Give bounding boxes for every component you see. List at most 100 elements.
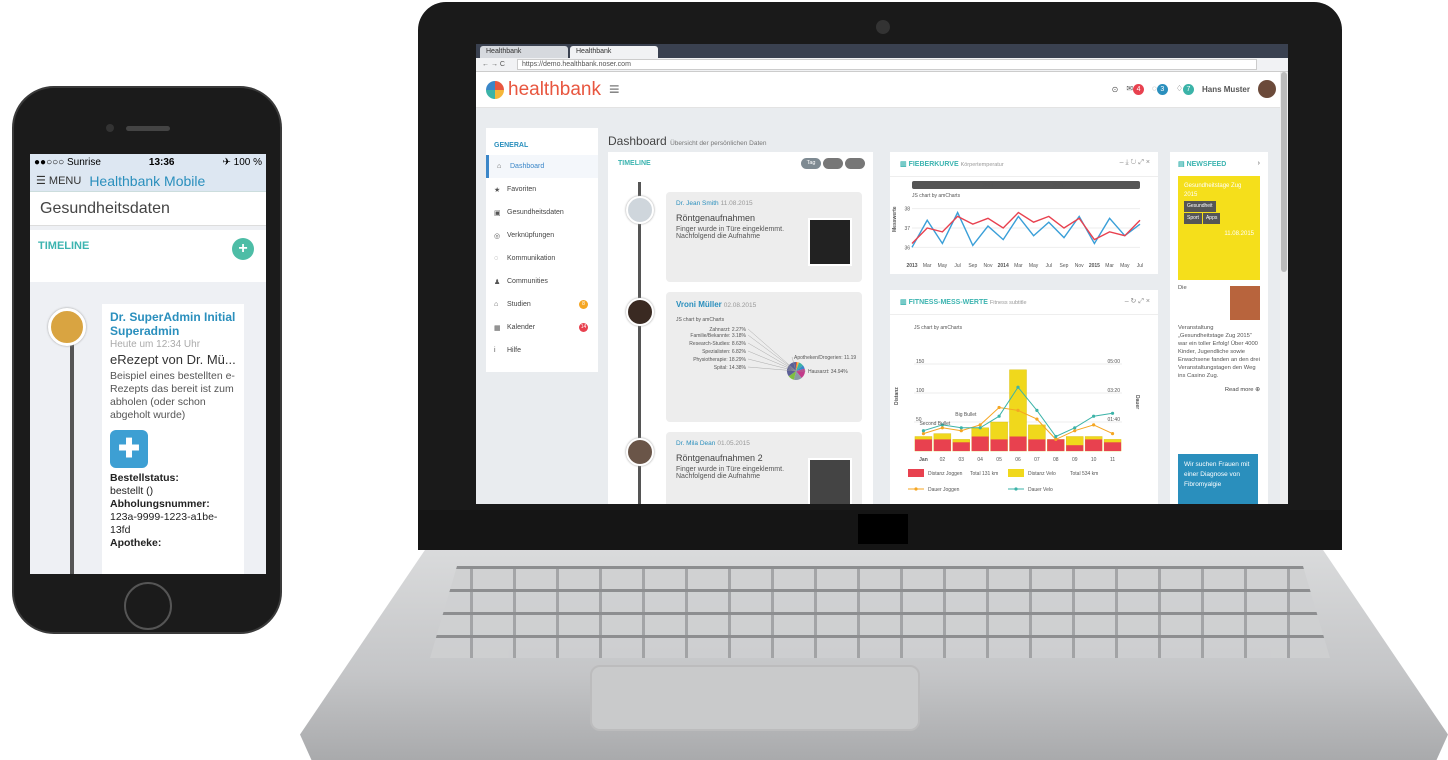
phone-nav: ☰ MENU Healthbank Mobile	[30, 170, 266, 192]
logo-text[interactable]: healthbank	[508, 79, 601, 101]
x-tick-label: 05	[996, 457, 1002, 463]
sidebar-item-communities[interactable]: ♟ Communities	[486, 270, 598, 293]
timeline-entry[interactable]: Vroni Müller 02.08.2015 JS chart by amCh…	[666, 292, 862, 422]
fever-panel: ▥ FIEBERKURVE Körpertemperatur – ⤓ ↻ ⤢ ×…	[890, 152, 1158, 274]
touchpad[interactable]	[590, 665, 920, 731]
y2-tick-label: 01:40	[1107, 417, 1120, 423]
fitness-chart: JS chart by amCharts1501005005:0003:2001…	[894, 325, 1140, 493]
news-tag[interactable]: Apps	[1202, 213, 1221, 224]
nav-arrows-icon[interactable]: ← → C	[482, 61, 505, 68]
study-card[interactable]: Wir suchen Frauen mit einer Diagnose von…	[1178, 454, 1258, 504]
avatar[interactable]	[626, 298, 654, 326]
annotation-second-bullet: Second Bullet	[919, 421, 950, 427]
entry-author[interactable]: Dr. SuperAdmin Initial Superadmin	[110, 310, 236, 338]
sidebar-item-label: Dashboard	[510, 163, 545, 170]
battery: ✈ 100 %	[222, 156, 262, 168]
sidebar-item-verknuepfungen[interactable]: ◎ Verknüpfungen	[486, 224, 598, 247]
menu-button[interactable]: ☰ MENU	[36, 174, 81, 187]
scrollbar-thumb[interactable]	[1281, 72, 1287, 272]
y-tick-label: 36	[904, 245, 910, 251]
duration-point	[997, 414, 1001, 418]
filter-day-button[interactable]: Tag	[801, 158, 821, 169]
entry-date: 01.05.2015	[717, 440, 750, 447]
bank-icon: ⌂	[494, 301, 499, 308]
medkit-icon: ✚	[110, 430, 148, 468]
chevron-right-icon[interactable]: ›	[1258, 160, 1260, 167]
mail-icon[interactable]: ✉ 4	[1126, 83, 1145, 95]
user-name[interactable]: Hans Muster	[1202, 85, 1250, 94]
entry-text: Finger wurde in Türe eingeklemmt. Nachfo…	[676, 226, 785, 240]
news-tag[interactable]: Gesundheit	[1184, 201, 1216, 212]
pie-note: JS chart by amCharts	[676, 317, 725, 323]
studien-badge: 8	[579, 300, 588, 309]
avatar[interactable]	[48, 308, 86, 346]
newsfeed-title: ▤ NEWSFEED ›	[1170, 152, 1268, 176]
timeline-entry[interactable]: Dr. Mila Dean 01.05.2015 Röntgenaufnahme…	[666, 432, 862, 504]
pie-leader-line	[747, 334, 797, 372]
url-input[interactable]: https://demo.healthbank.noser.com	[516, 59, 1257, 70]
chat-icon[interactable]: ◌ 3	[1152, 83, 1168, 95]
scrollbar-label: 2015	[1052, 183, 1063, 189]
sidebar-item-kommunikation[interactable]: ◌ Kommunikation	[486, 247, 598, 270]
duration-point	[1073, 429, 1077, 433]
entry-author[interactable]: Dr. Jean Smith	[676, 200, 719, 207]
legend-label: Dauer Velo	[1028, 487, 1053, 493]
search-icon[interactable]: ⊙	[1112, 85, 1119, 94]
y-tick-label: 37	[904, 226, 910, 232]
legend-label: Distanz Velo	[1028, 471, 1056, 477]
chat-icon: ◌	[494, 255, 499, 262]
news-card[interactable]: Gesundheitstage Zug 2015 Gesundheit Spor…	[1178, 176, 1260, 280]
sidebar-item-label: Kalender	[507, 324, 536, 331]
x-tick-label: 10	[1091, 457, 1097, 463]
news-photo	[1230, 286, 1260, 320]
x-tick-label: May	[1120, 263, 1130, 269]
avatar[interactable]	[626, 196, 654, 224]
panel-controls[interactable]: – ⤓ ↻ ⤢ ×	[1120, 159, 1150, 167]
filter-month-button[interactable]	[845, 158, 865, 169]
star-icon: ★	[494, 186, 501, 194]
panel-controls[interactable]: – ↻ ⤢ ×	[1125, 297, 1150, 306]
x-tick-label: Jul	[954, 263, 960, 269]
sidebar-item-favoriten[interactable]: ★ Favoriten	[486, 178, 598, 201]
legend-label: Dauer Joggen	[928, 487, 960, 493]
x-tick-label: 11	[1110, 457, 1115, 463]
timeline-entry[interactable]: Dr. SuperAdmin Initial Superadmin Heute …	[102, 304, 244, 574]
sidebar-item-label: Kommunikation	[507, 255, 556, 262]
xray-thumbnail[interactable]	[808, 218, 852, 266]
pickup-label: Abholungsnummer:	[110, 498, 210, 510]
hamburger-icon[interactable]: ≡	[609, 79, 620, 100]
sidebar-item-dashboard[interactable]: ⌂ Dashboard	[486, 155, 598, 178]
timeline-entry[interactable]: Dr. Jean Smith 11.08.2015 Röntgenaufnahm…	[666, 192, 862, 282]
x-tick-label: 2013	[906, 263, 917, 269]
x-tick-label: 2014	[998, 263, 1009, 269]
plus-icon[interactable]: +	[232, 238, 254, 260]
sidebar-item-hilfe[interactable]: i Hilfe	[486, 339, 598, 362]
read-more-link[interactable]: Read more ⊕	[1178, 386, 1260, 394]
y2-tick-label: 05:00	[1107, 359, 1120, 365]
duration-point	[1092, 414, 1096, 418]
x-tick-label: Mar	[1014, 263, 1023, 269]
rss-icon: ▤	[1178, 161, 1185, 168]
browser-tab[interactable]: Healthbank	[480, 46, 568, 58]
sidebar-item-gesundheitsdaten[interactable]: ▣ Gesundheitsdaten	[486, 201, 598, 224]
x-tick-label: 08	[1053, 457, 1059, 463]
entry-author[interactable]: Vroni Müller	[676, 300, 722, 309]
fever-chart: 2014 2015 JS chart by amCharts 38 37 36 Messwe…	[892, 181, 1143, 269]
sidebar-item-kalender[interactable]: ▦ Kalender 14	[486, 316, 598, 339]
x-tick-label: Jan	[919, 457, 928, 463]
browser-tab-active[interactable]: Healthbank	[570, 46, 658, 58]
bell-icon[interactable]: ♢ 7	[1176, 83, 1194, 95]
duration-point	[1035, 417, 1039, 421]
xray-thumbnail[interactable]	[808, 458, 852, 504]
sidebar-item-studien[interactable]: ⌂ Studien 8	[486, 293, 598, 316]
avatar[interactable]	[626, 438, 654, 466]
x-tick-label: 07	[1034, 457, 1040, 463]
duration-point	[978, 423, 982, 427]
entry-author[interactable]: Dr. Mila Dean	[676, 440, 715, 447]
news-tag[interactable]: Sport	[1184, 213, 1202, 224]
phone-home-button[interactable]	[124, 582, 172, 630]
scrollbar[interactable]	[1280, 72, 1288, 504]
user-avatar[interactable]	[1258, 80, 1276, 98]
filter-week-button[interactable]	[823, 158, 843, 169]
fever-header: ▥ FIEBERKURVE Körpertemperatur	[890, 152, 1158, 177]
